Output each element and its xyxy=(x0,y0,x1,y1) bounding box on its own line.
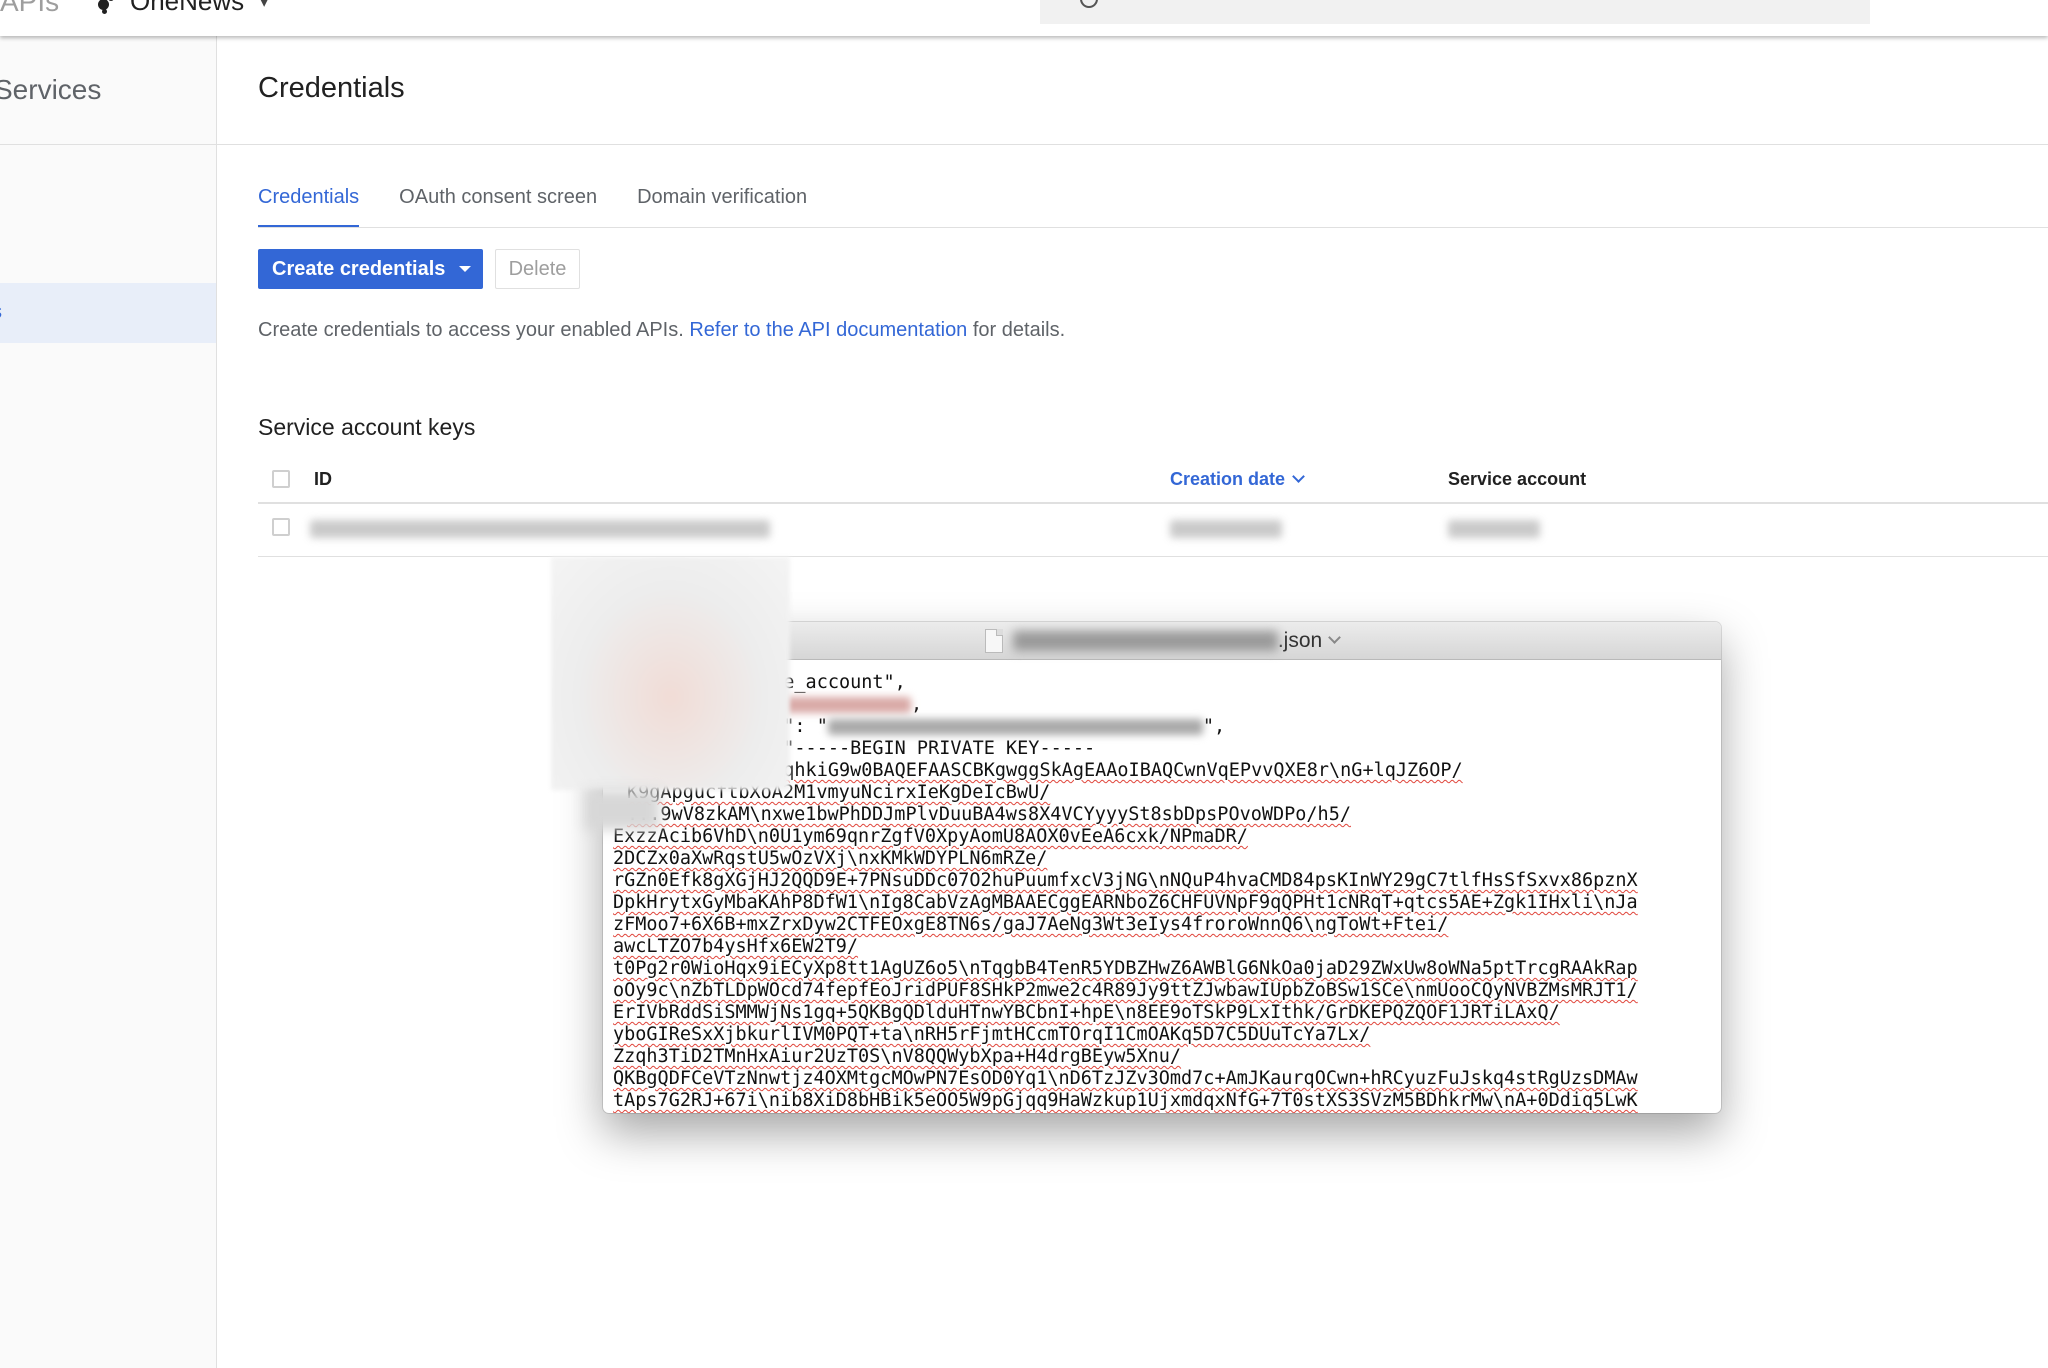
title-divider xyxy=(217,144,2048,145)
caret-down-icon xyxy=(459,266,472,272)
tab-bar: Credentials OAuth consent screen Domain … xyxy=(258,186,847,228)
column-header-id: ID xyxy=(314,469,332,489)
search-input[interactable] xyxy=(1040,0,1870,24)
code-line: awcLTZO7b4ysHfx6EW2T9/ xyxy=(613,936,1713,958)
search-icon xyxy=(1080,0,1098,8)
code-text: t0Pg2r0WioHqx9iECyXp8tt1AgUZ6o5\nTqgbB4T… xyxy=(613,958,1638,979)
redaction-block xyxy=(551,557,790,790)
top-app-bar: APIs OneNews ▾ xyxy=(0,0,2048,36)
create-credentials-button[interactable]: Create credentials xyxy=(258,249,483,289)
sidebar-title: Services xyxy=(0,74,102,105)
code-text: awcLTZO7b4ysHfx6EW2T9/ xyxy=(613,936,859,957)
service-account-redacted xyxy=(1448,520,1540,538)
tab-oauth-consent-screen[interactable]: OAuth consent screen xyxy=(399,186,597,228)
sort-chevron-icon xyxy=(1292,470,1305,483)
code-text: tAps7G2RJ+67i\nib8XiD8bHBik5eOO5W9pGjqq9… xyxy=(613,1090,1638,1111)
code-line: ExzzAcib6VhD\n0U1ym69qnrZgfV0XpyAomU8AOX… xyxy=(613,826,1713,848)
code-text: ErIVbRddSiSMMWjNs1gq+5QKBgQDlduHTnwYBCbn… xyxy=(613,1002,1560,1023)
code-line: yboGIReSxXjbkurlIVM0PQT+ta\nRH5rFjmtHCcm… xyxy=(613,1024,1713,1046)
document-icon xyxy=(984,628,1003,653)
code-text: zFMoo7+6X6B+mxZrxDyw2CTFEOxgE8TN6s/gaJ7A… xyxy=(613,914,1449,935)
code-text: 2DCZx0aXwRqstU5wOzVXj\nxKMkWDYPLN6mRZe/ xyxy=(613,848,1048,869)
code-text: DpkHrytxGyMbaKAhP8DfW1\nIg8CabVzAgMBAAEC… xyxy=(613,892,1638,913)
code-line: Zzqh3TiD2TMnHxAiur2UzT0S\nV8QQWybXpa+H4d… xyxy=(613,1046,1713,1068)
code-text: Zzqh3TiD2TMnHxAiur2UzT0S\nV8QQWybXpa+H4d… xyxy=(613,1046,1182,1067)
sidebar-item-credentials[interactable]: s xyxy=(0,283,216,343)
redacted-value xyxy=(827,719,1203,735)
key-id-redacted xyxy=(310,520,770,538)
code-line: ErIVbRddSiSMMWjNs1gq+5QKBgQDlduHTnwYBCbn… xyxy=(613,1002,1713,1024)
table-row[interactable] xyxy=(258,504,2048,557)
project-dots-icon xyxy=(98,0,116,14)
code-text: ExzzAcib6VhD\n0U1ym69qnrZgfV0XpyAomU8AOX… xyxy=(613,826,1248,847)
code-text: , xyxy=(911,694,923,715)
filename-extension: .json xyxy=(1277,628,1323,652)
description-text: Create credentials to access your enable… xyxy=(258,319,690,341)
code-line: rGZn0Efk8gXGjHJ2QQD9E+7PNsuDDc07O2huPuum… xyxy=(613,870,1713,892)
delete-button[interactable]: Delete xyxy=(495,249,580,289)
code-line: DpkHrytxGyMbaKAhP8DfW1\nIg8CabVzAgMBAAEC… xyxy=(613,892,1713,914)
project-name: OneNews xyxy=(130,0,245,16)
sidebar-divider xyxy=(0,144,216,145)
row-checkbox[interactable] xyxy=(272,518,290,536)
code-line: t0Pg2r0WioHqx9iECyXp8tt1AgUZ6o5\nTqgbB4T… xyxy=(613,958,1713,980)
code-line: ...9wV8zkAM\nxwe1bwPhDDJmPlvDuuBA4ws8X4V… xyxy=(613,804,1713,826)
code-line: QKBgQDFCeVTzNnwtjz4OXMtgcMOwPN7EsOD0Yq1\… xyxy=(613,1068,1713,1090)
sidebar-item-label: s xyxy=(0,301,2,324)
section-title: Service account keys xyxy=(258,414,476,440)
code-text: rGZn0Efk8gXGjHJ2QQD9E+7PNsuDDc07O2huPuum… xyxy=(613,870,1638,891)
page-title: Credentials xyxy=(258,72,405,104)
code-line: tAps7G2RJ+67i\nib8XiD8bHBik5eOO5W9pGjqq9… xyxy=(613,1090,1713,1112)
delete-label: Delete xyxy=(508,257,567,280)
code-text: ...9wV8zkAM\nxwe1bwPhDDJmPlvDuuBA4ws8X4V… xyxy=(627,804,1351,825)
filename-redacted xyxy=(1012,630,1278,651)
chevron-down-icon xyxy=(1328,631,1342,644)
description: Create credentials to access your enable… xyxy=(258,319,1065,342)
tabs-divider xyxy=(258,227,2048,228)
sidebar: Services s xyxy=(0,36,217,1368)
column-header-creation-date-label: Creation date xyxy=(1170,469,1286,489)
chevron-down-icon: ▾ xyxy=(260,0,269,11)
code-text: ", xyxy=(1202,716,1226,737)
redaction-block-small xyxy=(585,790,660,830)
creation-date-redacted xyxy=(1170,520,1282,538)
create-credentials-label: Create credentials xyxy=(272,257,446,280)
tab-credentials[interactable]: Credentials xyxy=(258,186,360,228)
code-text: oOy9c\nZbTLDpWOcd74fepfEoJridPUF8SHkP2mw… xyxy=(613,980,1638,1001)
code-text: yboGIReSxXjbkurlIVM0PQT+ta\nRH5rFjmtHCcm… xyxy=(613,1024,1371,1045)
column-header-creation-date[interactable]: Creation date xyxy=(1170,469,1305,490)
column-header-service-account: Service account xyxy=(1448,469,1587,489)
code-line: zFMoo7+6X6B+mxZrxDyw2CTFEOxgE8TN6s/gaJ7A… xyxy=(613,914,1713,936)
app-name[interactable]: APIs xyxy=(0,0,59,18)
code-line: 2DCZx0aXwRqstU5wOzVXj\nxKMkWDYPLN6mRZe/ xyxy=(613,848,1713,870)
code-line: oOy9c\nZbTLDpWOcd74fepfEoJridPUF8SHkP2mw… xyxy=(613,980,1713,1002)
description-suffix: for details. xyxy=(967,319,1066,341)
table-header: ID Creation date Service account xyxy=(258,460,2048,504)
api-documentation-link[interactable]: Refer to the API documentation xyxy=(689,319,967,341)
project-selector[interactable]: OneNews ▾ xyxy=(98,0,268,17)
code-text: gkqhkiG9w0BAQEFAASCBKgwggSkAgEAAoIBAQCwn… xyxy=(761,760,1463,781)
select-all-checkbox[interactable] xyxy=(272,470,290,488)
tab-domain-verification[interactable]: Domain verification xyxy=(637,186,807,228)
code-text: QKBgQDFCeVTzNnwtjz4OXMtgcMOwPN7EsOD0Yq1\… xyxy=(613,1068,1638,1089)
code-text: : "-----BEGIN PRIVATE KEY----- xyxy=(761,738,1096,759)
